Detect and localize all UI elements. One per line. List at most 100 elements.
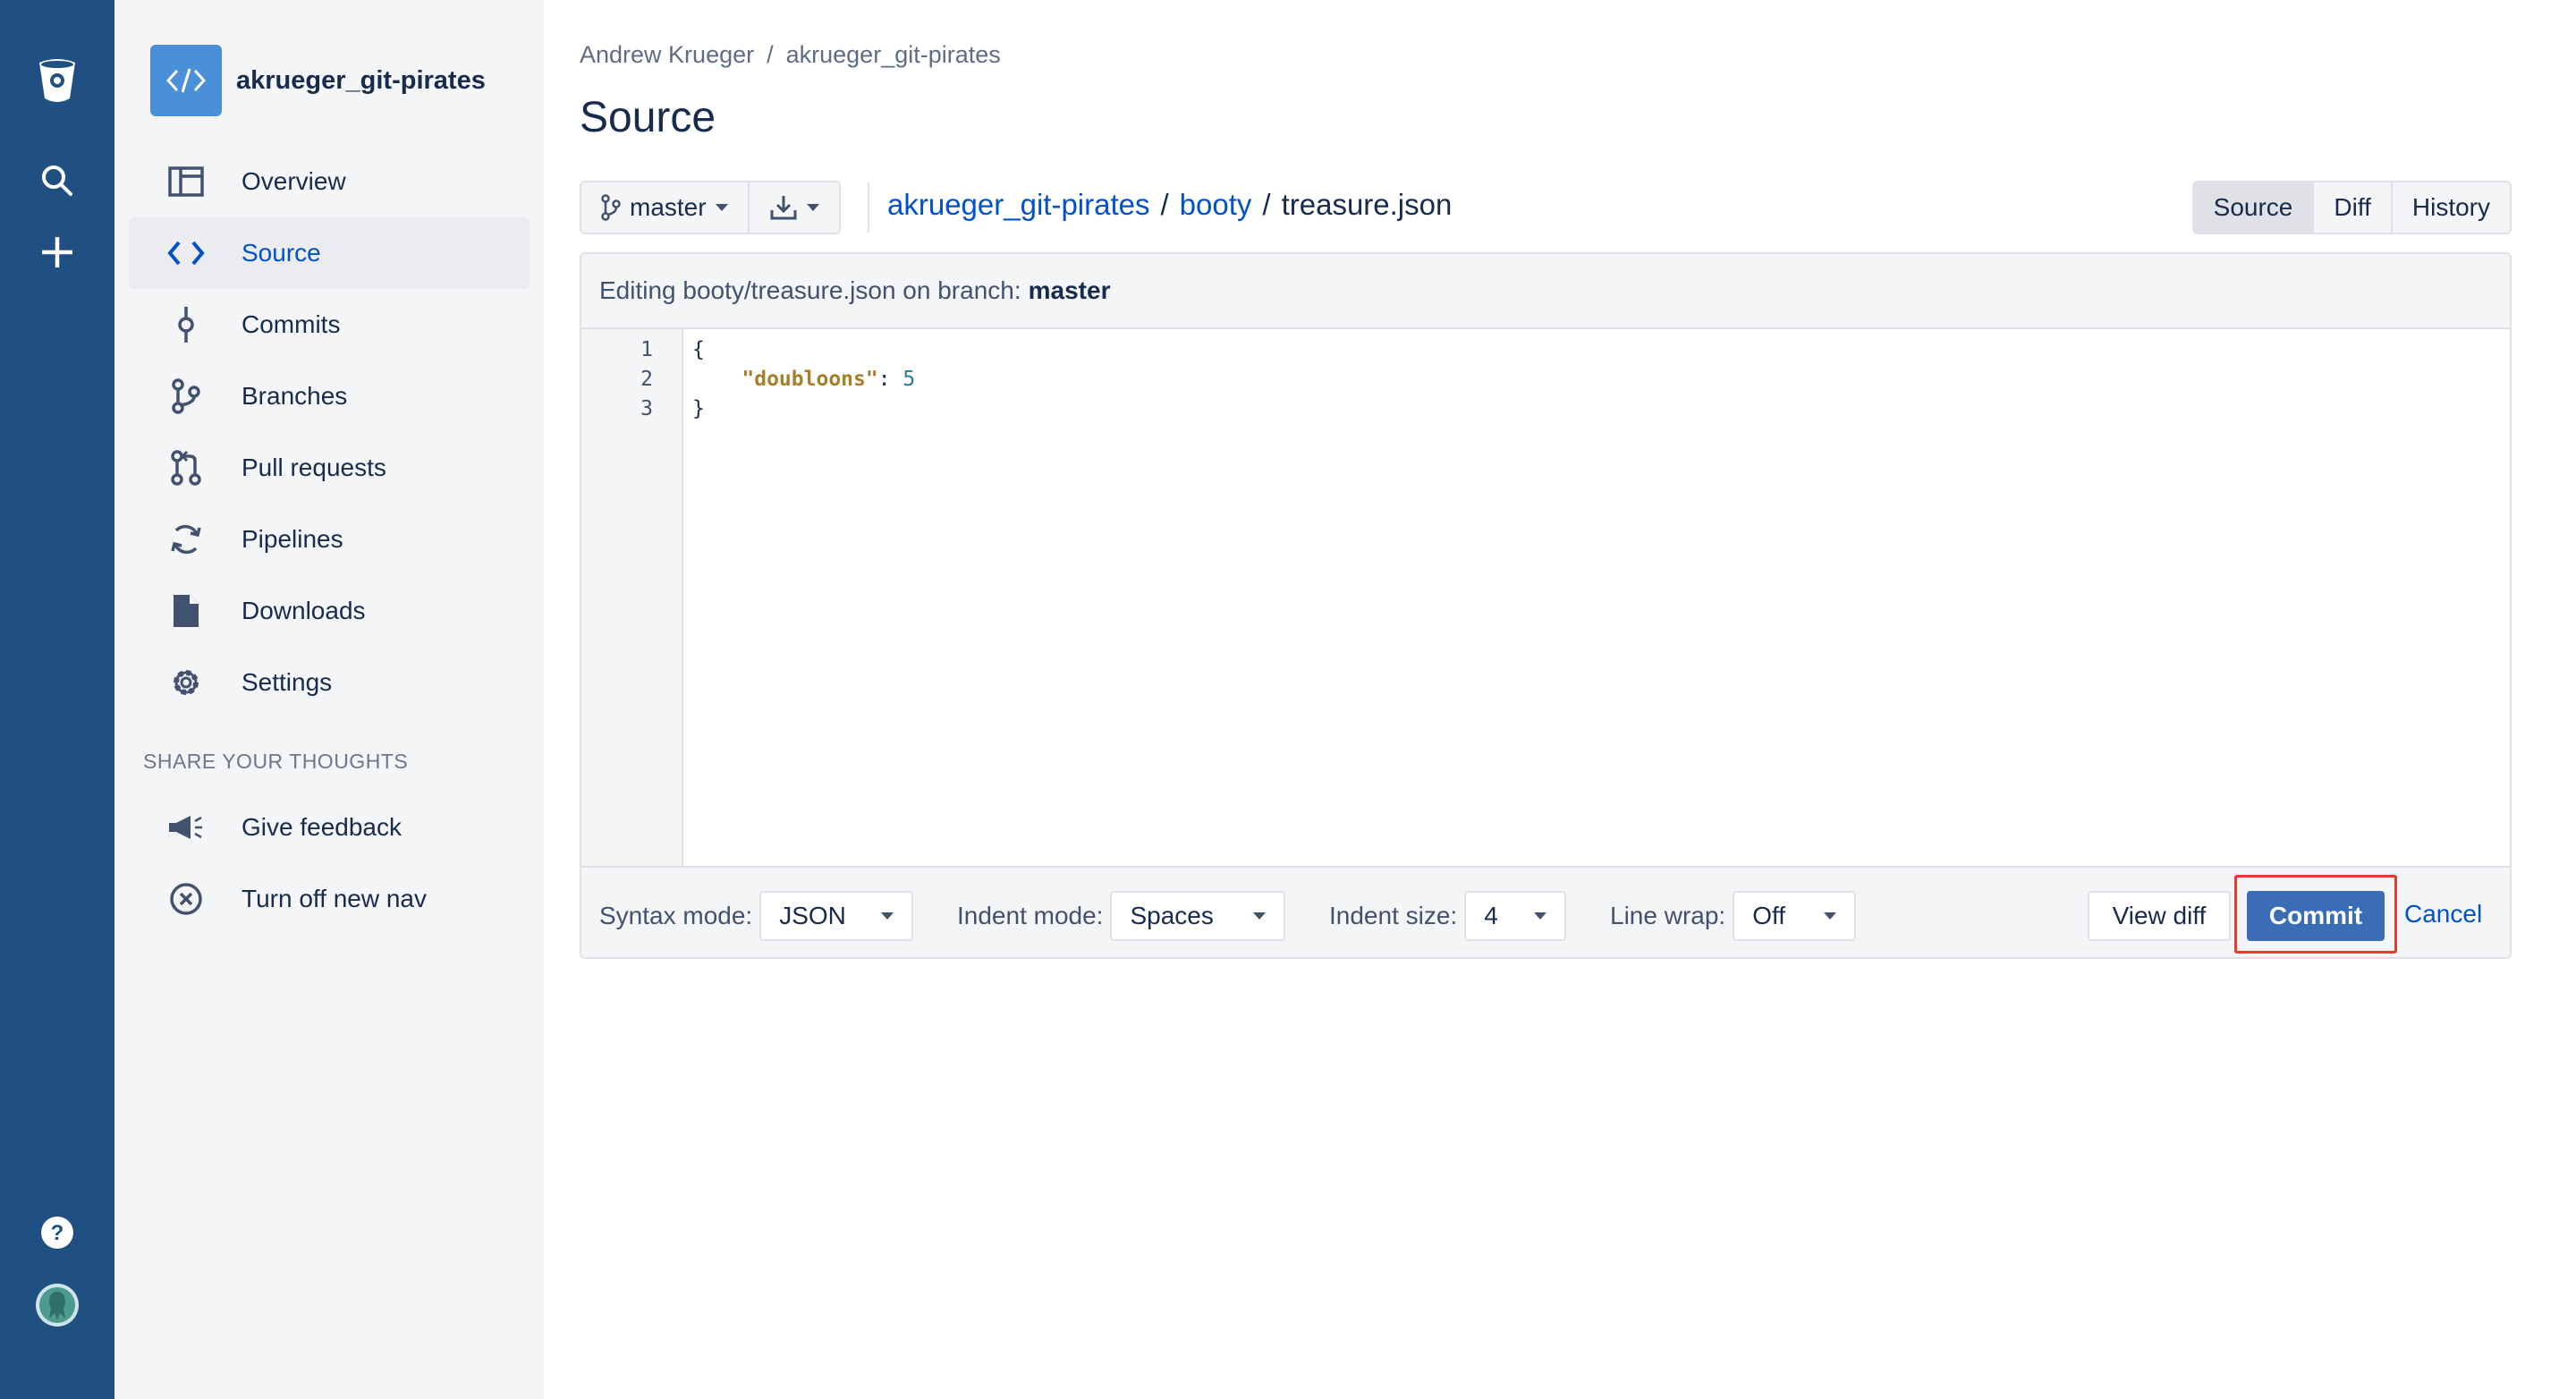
- breadcrumb-separator: /: [767, 41, 774, 68]
- repo-avatar: [150, 45, 222, 116]
- search-icon[interactable]: [39, 163, 75, 199]
- cancel-button[interactable]: Cancel: [2404, 900, 2482, 928]
- download-button[interactable]: [747, 182, 839, 233]
- project-name: akrueger_git-pirates: [236, 65, 486, 95]
- file-icon: [166, 591, 206, 631]
- download-icon: [769, 194, 798, 221]
- sidebar-item-settings[interactable]: Settings: [129, 647, 530, 718]
- pipelines-icon: [166, 520, 206, 559]
- editor-header: Editing booty/treasure.json on branch: m…: [581, 254, 2510, 329]
- line-wrap-option: Line wrap: Off: [1610, 891, 1857, 941]
- sidebar-item-pipelines[interactable]: Pipelines: [129, 504, 530, 575]
- sidebar-item-commits[interactable]: Commits: [129, 289, 530, 360]
- commit-button[interactable]: Commit: [2247, 891, 2385, 941]
- tab-history[interactable]: History: [2390, 182, 2510, 233]
- sidebar-item-branches[interactable]: Branches: [129, 360, 530, 432]
- editor-footer: Syntax mode: JSON Indent mode: Spaces In…: [581, 866, 2510, 957]
- editor-header-branch: master: [1028, 276, 1111, 304]
- view-diff-button[interactable]: View diff: [2088, 891, 2231, 941]
- user-avatar-icon[interactable]: [35, 1283, 80, 1327]
- line-number: 2: [640, 368, 653, 391]
- indent-size-value: 4: [1484, 902, 1498, 929]
- gear-icon: [166, 663, 206, 702]
- sidebar-extra-nav: Give feedback Turn off new nav: [129, 792, 530, 935]
- path-separator: /: [1262, 188, 1271, 221]
- chevron-down-icon: [715, 204, 728, 211]
- indent-mode-option: Indent mode: Spaces: [957, 891, 1286, 941]
- view-tabs: Source Diff History: [2191, 181, 2512, 234]
- toolbar-divider: [868, 182, 869, 233]
- line-number-gutter: 1 2 3: [581, 329, 683, 866]
- file-editor: Editing booty/treasure.json on branch: m…: [580, 252, 2512, 959]
- sidebar-item-label: Source: [242, 239, 321, 267]
- sidebar-item-overview[interactable]: Overview: [129, 146, 530, 217]
- path-link-folder[interactable]: booty: [1180, 188, 1252, 222]
- project-header[interactable]: akrueger_git-pirates: [150, 45, 486, 116]
- help-icon[interactable]: ?: [39, 1215, 75, 1251]
- source-toolbar: master akrueger_git-pirates / booty / tr…: [580, 181, 2512, 234]
- file-path: akrueger_git-pirates / booty / treasure.…: [887, 188, 1452, 222]
- indent-size-select[interactable]: 4: [1464, 891, 1567, 941]
- json-key: "doubloons": [741, 368, 878, 391]
- tab-diff[interactable]: Diff: [2312, 182, 2391, 233]
- sidebar-item-label: Pull requests: [242, 454, 386, 481]
- sidebar-item-label: Downloads: [242, 597, 366, 624]
- code-line: {: [692, 338, 705, 361]
- branch-download-group: master: [580, 181, 841, 234]
- chevron-down-icon: [1253, 912, 1267, 920]
- syntax-mode-option: Syntax mode: JSON: [599, 891, 914, 941]
- sidebar-item-label: Commits: [242, 310, 341, 338]
- breadcrumb: Andrew Krueger / akrueger_git-pirates: [580, 41, 1001, 69]
- line-number: 3: [640, 397, 653, 420]
- sidebar-item-source[interactable]: Source: [129, 217, 530, 289]
- indent-mode-label: Indent mode:: [957, 902, 1104, 929]
- sidebar-item-label: Branches: [242, 382, 348, 410]
- branch-selector[interactable]: master: [581, 182, 748, 233]
- commit-icon: [166, 305, 206, 344]
- syntax-mode-select[interactable]: JSON: [759, 891, 914, 941]
- chevron-down-icon: [881, 912, 894, 920]
- sidebar-item-label: Settings: [242, 668, 333, 696]
- chevron-down-icon: [1534, 912, 1547, 920]
- sidebar-item-downloads[interactable]: Downloads: [129, 575, 530, 647]
- breadcrumb-repo[interactable]: akrueger_git-pirates: [786, 41, 1001, 69]
- overview-icon: [166, 162, 206, 201]
- tab-source[interactable]: Source: [2193, 182, 2313, 233]
- branch-icon: [166, 377, 206, 416]
- code-icon: [166, 68, 206, 93]
- sidebar-item-pull-requests[interactable]: Pull requests: [129, 432, 530, 504]
- line-wrap-select[interactable]: Off: [1733, 891, 1857, 941]
- code-editor[interactable]: 1 2 3 { "doubloons": 5 }: [581, 329, 2510, 866]
- line-wrap-label: Line wrap:: [1610, 902, 1726, 929]
- line-wrap-value: Off: [1752, 902, 1786, 929]
- svg-text:?: ?: [51, 1221, 64, 1245]
- sidebar-item-give-feedback[interactable]: Give feedback: [129, 792, 530, 863]
- branch-name: master: [630, 193, 707, 221]
- sidebar-item-label: Pipelines: [242, 525, 343, 553]
- indent-size-option: Indent size: 4: [1329, 891, 1567, 941]
- path-link-repo[interactable]: akrueger_git-pirates: [887, 188, 1150, 222]
- sidebar-item-turn-off-new-nav[interactable]: Turn off new nav: [129, 863, 530, 935]
- path-separator: /: [1160, 188, 1169, 221]
- line-number: 1: [640, 338, 653, 361]
- create-plus-icon[interactable]: [39, 234, 75, 270]
- sidebar-section-title: SHARE YOUR THOUGHTS: [143, 750, 409, 773]
- json-colon: :: [877, 368, 903, 391]
- project-sidebar: akrueger_git-pirates Overview Source Com…: [114, 0, 544, 1399]
- page-title: Source: [580, 94, 716, 141]
- chevron-down-icon: [1824, 912, 1837, 920]
- breadcrumb-owner[interactable]: Andrew Krueger: [580, 41, 754, 69]
- indent-mode-select[interactable]: Spaces: [1110, 891, 1286, 941]
- sidebar-item-label: Give feedback: [242, 813, 402, 841]
- indent-size-label: Indent size:: [1329, 902, 1458, 929]
- sidebar-nav: Overview Source Commits Branches Pull re…: [129, 146, 530, 718]
- main-content: Andrew Krueger / akrueger_git-pirates So…: [580, 0, 2512, 1399]
- editor-header-text: Editing booty/treasure.json on branch:: [599, 276, 1021, 304]
- path-current-file: treasure.json: [1281, 188, 1453, 221]
- bitbucket-logo-icon[interactable]: [36, 57, 79, 104]
- indent-mode-value: Spaces: [1130, 902, 1214, 929]
- sidebar-item-label: Turn off new nav: [242, 885, 428, 912]
- chevron-down-icon: [806, 204, 819, 211]
- branch-icon: [601, 194, 621, 221]
- syntax-mode-value: JSON: [779, 902, 846, 929]
